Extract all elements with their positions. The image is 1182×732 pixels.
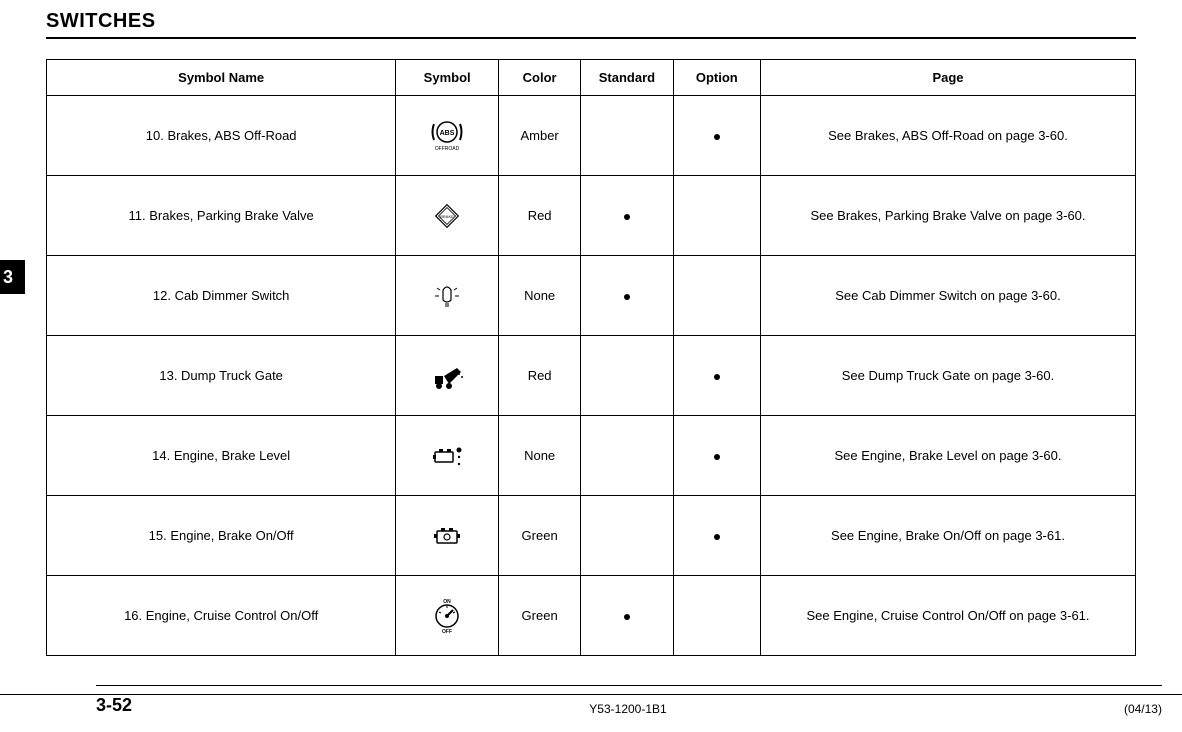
symbol-cell (396, 496, 499, 576)
doc-id: Y53-1200-1B1 (589, 702, 666, 716)
standard-cell (581, 256, 673, 336)
page-ref-cell: See Engine, Brake On/Off on page 3-61. (760, 496, 1135, 576)
standard-cell (581, 576, 673, 656)
page-ref-cell: See Engine, Brake Level on page 3-60. (760, 416, 1135, 496)
row-name: Engine, Brake Level (174, 448, 290, 463)
cab-dimmer-icon (429, 278, 465, 314)
standard-cell (581, 496, 673, 576)
row-number: 15. (149, 528, 171, 543)
row-number: 12. (153, 288, 175, 303)
row-name: Engine, Brake On/Off (170, 528, 293, 543)
page-ref-cell: See Brakes, ABS Off-Road on page 3-60. (760, 96, 1135, 176)
standard-cell (581, 336, 673, 416)
row-name: Dump Truck Gate (181, 368, 283, 383)
symbol-cell (396, 96, 499, 176)
option-cell (673, 256, 760, 336)
symbol-name-cell: 10. Brakes, ABS Off-Road (47, 96, 396, 176)
standard-cell (581, 416, 673, 496)
page-ref-cell: See Brakes, Parking Brake Valve on page … (760, 176, 1135, 256)
option-cell (673, 416, 760, 496)
color-cell: Red (499, 176, 581, 256)
bullet-icon (714, 534, 720, 540)
symbol-name-cell: 14. Engine, Brake Level (47, 416, 396, 496)
symbol-cell (396, 176, 499, 256)
table-row: 12. Cab Dimmer Switch None See Cab Dimme… (47, 256, 1136, 336)
symbol-cell (396, 256, 499, 336)
row-name: Brakes, Parking Brake Valve (149, 208, 314, 223)
color-cell: Green (499, 576, 581, 656)
row-name: Brakes, ABS Off-Road (167, 128, 296, 143)
option-cell (673, 96, 760, 176)
option-cell (673, 496, 760, 576)
doc-date: (04/13) (1124, 702, 1162, 716)
chapter-tab: 3 (0, 260, 25, 294)
option-cell (673, 576, 760, 656)
row-number: 11. (129, 208, 150, 223)
symbol-cell (396, 416, 499, 496)
option-cell (673, 336, 760, 416)
page-footer: 3-52 Y53-1200-1B1 (04/13) (0, 694, 1182, 716)
engine-brake-onoff-icon (429, 518, 465, 554)
bullet-icon (714, 374, 720, 380)
symbol-cell (396, 576, 499, 656)
symbol-name-cell: 15. Engine, Brake On/Off (47, 496, 396, 576)
standard-cell (581, 96, 673, 176)
bullet-icon (624, 214, 630, 220)
parking-brake-valve-icon (429, 198, 465, 234)
color-cell: Green (499, 496, 581, 576)
bullet-icon (624, 294, 630, 300)
footer-rule (96, 685, 1162, 686)
symbol-name-cell: 11. Brakes, Parking Brake Valve (47, 176, 396, 256)
row-number: 14. (152, 448, 174, 463)
row-name: Engine, Cruise Control On/Off (146, 608, 318, 623)
bullet-icon (714, 134, 720, 140)
switches-table: Symbol Name Symbol Color Standard Option… (46, 59, 1136, 656)
abs-offroad-icon (429, 118, 465, 154)
symbol-name-cell: 16. Engine, Cruise Control On/Off (47, 576, 396, 656)
page-ref-cell: See Cab Dimmer Switch on page 3-60. (760, 256, 1135, 336)
color-cell: None (499, 416, 581, 496)
header-option: Option (673, 60, 760, 96)
header-symbol-name: Symbol Name (47, 60, 396, 96)
row-name: Cab Dimmer Switch (175, 288, 290, 303)
table-row: 10. Brakes, ABS Off-Road Amber See Brake… (47, 96, 1136, 176)
header-standard: Standard (581, 60, 673, 96)
table-row: 11. Brakes, Parking Brake Valve Red See … (47, 176, 1136, 256)
header-symbol: Symbol (396, 60, 499, 96)
page-ref-cell: See Dump Truck Gate on page 3-60. (760, 336, 1135, 416)
dump-truck-icon (429, 358, 465, 394)
symbol-name-cell: 12. Cab Dimmer Switch (47, 256, 396, 336)
color-cell: Amber (499, 96, 581, 176)
row-number: 10. (146, 128, 168, 143)
section-title: SWITCHES (46, 10, 1136, 33)
engine-brake-level-icon (429, 438, 465, 474)
header-color: Color (499, 60, 581, 96)
color-cell: None (499, 256, 581, 336)
cruise-control-icon (429, 598, 465, 634)
title-rule (46, 37, 1136, 39)
bullet-icon (624, 614, 630, 620)
table-row: 13. Dump Truck Gate Red See Dump Truck G… (47, 336, 1136, 416)
table-header-row: Symbol Name Symbol Color Standard Option… (47, 60, 1136, 96)
standard-cell (581, 176, 673, 256)
table-row: 15. Engine, Brake On/Off Green See Engin… (47, 496, 1136, 576)
page-ref-cell: See Engine, Cruise Control On/Off on pag… (760, 576, 1135, 656)
page-number: 3-52 (96, 695, 132, 716)
table-row: 14. Engine, Brake Level None See Engine,… (47, 416, 1136, 496)
option-cell (673, 176, 760, 256)
symbol-name-cell: 13. Dump Truck Gate (47, 336, 396, 416)
row-number: 16. (124, 608, 146, 623)
row-number: 13. (159, 368, 181, 383)
table-row: 16. Engine, Cruise Control On/Off Green … (47, 576, 1136, 656)
symbol-cell (396, 336, 499, 416)
page-content: 3 SWITCHES Symbol Name Symbol Color Stan… (46, 0, 1136, 656)
color-cell: Red (499, 336, 581, 416)
header-page: Page (760, 60, 1135, 96)
bullet-icon (714, 454, 720, 460)
